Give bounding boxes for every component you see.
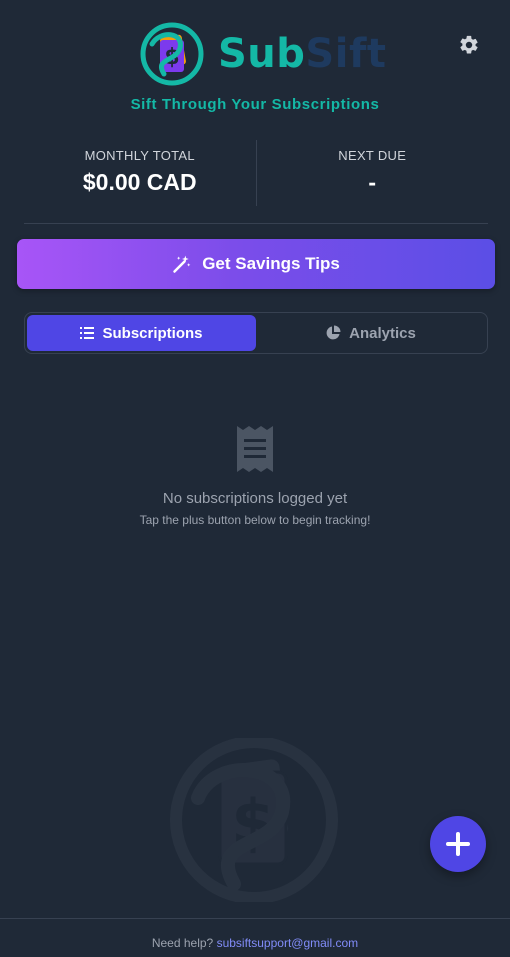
footer: Need help? subsiftsupport@gmail.com: [0, 936, 510, 950]
receipt-icon: [237, 426, 273, 472]
tagline: Sift Through Your Subscriptions: [130, 96, 380, 113]
magic-wand-icon: [173, 255, 191, 273]
app-header: $ SubSift Sift Through Your Subscription…: [0, 0, 510, 120]
monthly-total: MONTHLY TOTAL $0.00 CAD: [24, 140, 256, 206]
tab-subscriptions[interactable]: Subscriptions: [27, 315, 256, 351]
next-due-label: NEXT DUE: [338, 148, 407, 163]
plus-icon: [446, 832, 470, 856]
brand-name: SubSift: [218, 31, 386, 77]
support-email-link[interactable]: subsiftsupport@gmail.com: [217, 936, 359, 950]
brand-part-2: Sift: [305, 31, 387, 77]
next-due-value: -: [368, 169, 377, 195]
gear-icon[interactable]: [458, 34, 480, 56]
stats-separator: [24, 223, 488, 224]
add-subscription-button[interactable]: [430, 816, 486, 872]
tab-analytics-label: Analytics: [349, 324, 416, 342]
logo: $ SubSift: [140, 22, 386, 86]
get-savings-tips-label: Get Savings Tips: [202, 254, 340, 273]
view-tabs: Subscriptions Analytics: [24, 312, 488, 354]
next-due: NEXT DUE -: [257, 140, 489, 206]
subsift-watermark-icon: $: [170, 738, 338, 902]
footer-divider: [0, 918, 510, 919]
tab-analytics[interactable]: Analytics: [256, 315, 485, 351]
empty-state-title: No subscriptions logged yet: [162, 490, 348, 507]
subsift-logo-icon: $: [140, 22, 204, 86]
footer-help-text: Need help?: [151, 936, 214, 950]
monthly-total-label: MONTHLY TOTAL: [84, 148, 195, 163]
monthly-total-value: $0.00 CAD: [82, 169, 197, 195]
brand-part-1: Sub: [218, 31, 306, 77]
stats-panel: MONTHLY TOTAL $0.00 CAD NEXT DUE -: [24, 140, 488, 206]
empty-state-subtitle: Tap the plus button below to begin track…: [139, 513, 371, 527]
tab-subscriptions-label: Subscriptions: [102, 324, 203, 342]
list-icon: [80, 327, 95, 339]
get-savings-tips-button[interactable]: Get Savings Tips: [17, 239, 495, 289]
empty-state: No subscriptions logged yet Tap the plus…: [0, 424, 510, 527]
pie-chart-icon: [326, 325, 341, 340]
